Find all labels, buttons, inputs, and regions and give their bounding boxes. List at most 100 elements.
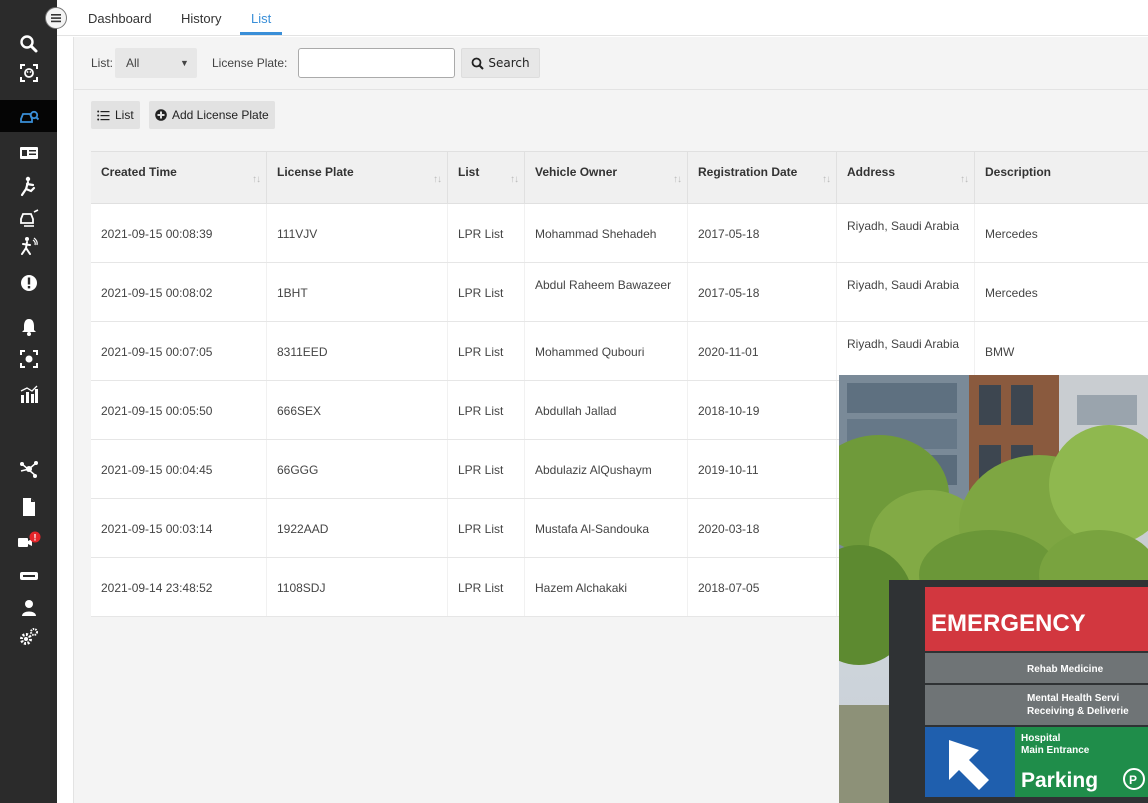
- sort-icon: ↑↓: [673, 174, 682, 185]
- table-row[interactable]: 2021-09-15 00:07:05 8311EED LPR List Mohamm…: [91, 322, 1148, 381]
- cell-list-text: LPR List: [458, 581, 504, 595]
- cell-vehicle-owner-text: Mohammed Qubouri: [535, 345, 645, 359]
- cell-list-text: LPR List: [458, 345, 504, 359]
- cell-license-plate-text: 666SEX: [277, 404, 322, 418]
- sidebar-item-camera-scan[interactable]: [0, 344, 57, 374]
- cell-created-time-text: 2021-09-14 23:48:52: [101, 581, 213, 595]
- cell-created-time: 2021-09-15 00:07:05: [91, 322, 266, 380]
- column-list[interactable]: List ↑↓: [447, 152, 524, 204]
- cell-address: Riyadh, Saudi Arabia: [836, 322, 974, 380]
- table-row[interactable]: 2021-09-15 00:08:02 1BHT LPR List Abdul Rah…: [91, 263, 1148, 322]
- camera-scan-icon: [19, 350, 38, 368]
- cell-license-plate-text: 66GGG: [277, 463, 319, 477]
- list-filter-select[interactable]: All ▼: [115, 48, 197, 78]
- column-license-plate[interactable]: License Plate ↑↓: [266, 152, 447, 204]
- tab-list[interactable]: List: [251, 11, 271, 26]
- sidebar-item-files[interactable]: [0, 492, 57, 522]
- sidebar-item-users[interactable]: [0, 593, 57, 623]
- sort-icon: ↑↓: [252, 174, 261, 185]
- cell-license-plate: 666SEX: [266, 381, 447, 439]
- cell-description: BMW: [974, 322, 1148, 380]
- cell-registration-date-text: 2019-10-11: [698, 463, 759, 477]
- column-description[interactable]: Description: [974, 152, 1148, 204]
- sidebar-item-statistics[interactable]: [0, 380, 57, 410]
- sidebar-item-person-tracking[interactable]: [0, 172, 57, 202]
- sidebar-toggle-button[interactable]: [45, 7, 67, 29]
- cell-list-text: LPR List: [458, 522, 504, 536]
- sidebar-item-alerts[interactable]: [0, 268, 57, 298]
- search-button[interactable]: Search: [461, 48, 540, 78]
- sidebar-item-face-scan[interactable]: [0, 58, 57, 88]
- sidebar-item-vehicle-alert[interactable]: [0, 203, 57, 233]
- cell-list-text: LPR List: [458, 463, 504, 477]
- cell-created-time: 2021-09-15 00:08:39: [91, 204, 266, 262]
- alert-circle-icon: [20, 275, 37, 291]
- sidebar-item-network[interactable]: [0, 454, 57, 484]
- add-license-plate-button[interactable]: Add License Plate: [149, 101, 275, 129]
- cell-license-plate-text: 111VJV: [277, 227, 318, 241]
- sidebar: !: [0, 0, 67, 803]
- sidebar-item-settings[interactable]: [0, 622, 57, 652]
- intrusion-icon: [20, 237, 38, 255]
- license-plate-input[interactable]: [298, 48, 455, 78]
- cell-registration-date-text: 2018-07-05: [698, 581, 760, 595]
- cell-vehicle-owner: Abdul Raheem Bawazeer: [524, 263, 687, 321]
- sidebar-item-lpr[interactable]: [0, 100, 57, 132]
- cell-vehicle-owner-text: Abdul Raheem Bawazeer: [535, 278, 672, 292]
- cell-registration-date: 2020-11-01: [687, 322, 836, 380]
- sidebar-item-search[interactable]: [0, 29, 57, 59]
- column-created-time[interactable]: Created Time ↑↓: [91, 152, 266, 204]
- column-vehicle-owner[interactable]: Vehicle Owner ↑↓: [524, 152, 687, 204]
- cell-license-plate: 66GGG: [266, 440, 447, 498]
- column-registration-date[interactable]: Registration Date ↑↓: [687, 152, 836, 204]
- sidebar-item-intrusion[interactable]: [0, 232, 57, 262]
- sort-icon: ↑↓: [433, 174, 442, 185]
- cell-created-time: 2021-09-15 00:05:50: [91, 381, 266, 439]
- device-icon: [19, 572, 38, 580]
- cell-address: Riyadh, Saudi Arabia: [836, 204, 974, 262]
- sidebar-item-video-alerts[interactable]: !: [0, 526, 57, 556]
- sidebar-item-id-card[interactable]: [0, 138, 57, 168]
- list-view-button[interactable]: List: [91, 101, 140, 129]
- cell-created-time-text: 2021-09-15 00:08:39: [101, 227, 213, 241]
- cell-list-text: LPR List: [458, 286, 504, 300]
- sidebar-item-notifications[interactable]: [0, 312, 57, 342]
- cell-registration-date-text: 2017-05-18: [698, 286, 760, 300]
- tab-dashboard[interactable]: Dashboard: [88, 11, 152, 26]
- cell-registration-date: 2017-05-18: [687, 204, 836, 262]
- cell-address-text: Riyadh, Saudi Arabia: [847, 219, 960, 233]
- cell-vehicle-owner: Mohammad Shehadeh: [524, 204, 687, 262]
- plus-circle-icon: [155, 109, 167, 121]
- cell-list: LPR List: [447, 499, 524, 557]
- hospital-sign-image: EMERGENCY Rehab Medicine Mental Health S…: [839, 375, 1148, 803]
- cell-registration-date: 2020-03-18: [687, 499, 836, 557]
- sign-line-6: Parking: [1021, 769, 1098, 792]
- cell-registration-date-text: 2020-11-01: [698, 345, 759, 359]
- filter-bar: List: All ▼ License Plate: Search: [73, 37, 1148, 90]
- table-header: Created Time ↑↓ License Plate ↑↓ List ↑↓ Ve…: [91, 152, 1148, 204]
- list-view-label: List: [115, 108, 134, 122]
- table-row[interactable]: 2021-09-15 00:08:39 111VJV LPR List Mohamma…: [91, 204, 1148, 263]
- column-address[interactable]: Address ↑↓: [836, 152, 974, 204]
- statistics-icon: [20, 385, 38, 403]
- face-scan-icon: [19, 64, 38, 82]
- running-person-icon: [20, 176, 35, 197]
- svg-text:P: P: [1129, 773, 1137, 787]
- cell-created-time: 2021-09-15 00:04:45: [91, 440, 266, 498]
- sort-icon: ↑↓: [960, 174, 969, 185]
- sign-line-4: Hospital: [1021, 733, 1061, 744]
- list-icon: [97, 110, 110, 120]
- list-filter-label: List:: [91, 56, 114, 70]
- tab-history[interactable]: History: [181, 11, 221, 26]
- sort-icon: ↑↓: [822, 174, 831, 185]
- cell-list: LPR List: [447, 558, 524, 616]
- cell-vehicle-owner-text: Mohammad Shehadeh: [535, 227, 657, 241]
- sign-title-text: EMERGENCY: [931, 610, 1086, 637]
- cell-license-plate: 1BHT: [266, 263, 447, 321]
- sidebar-item-devices[interactable]: [0, 561, 57, 591]
- cell-vehicle-owner-text: Mustafa Al-Sandouka: [535, 522, 650, 536]
- cell-license-plate-text: 1108SDJ: [277, 581, 326, 595]
- cell-address-text: Riyadh, Saudi Arabia: [847, 337, 960, 351]
- tab-bar: Dashboard History List: [57, 0, 1148, 36]
- cell-created-time: 2021-09-15 00:03:14: [91, 499, 266, 557]
